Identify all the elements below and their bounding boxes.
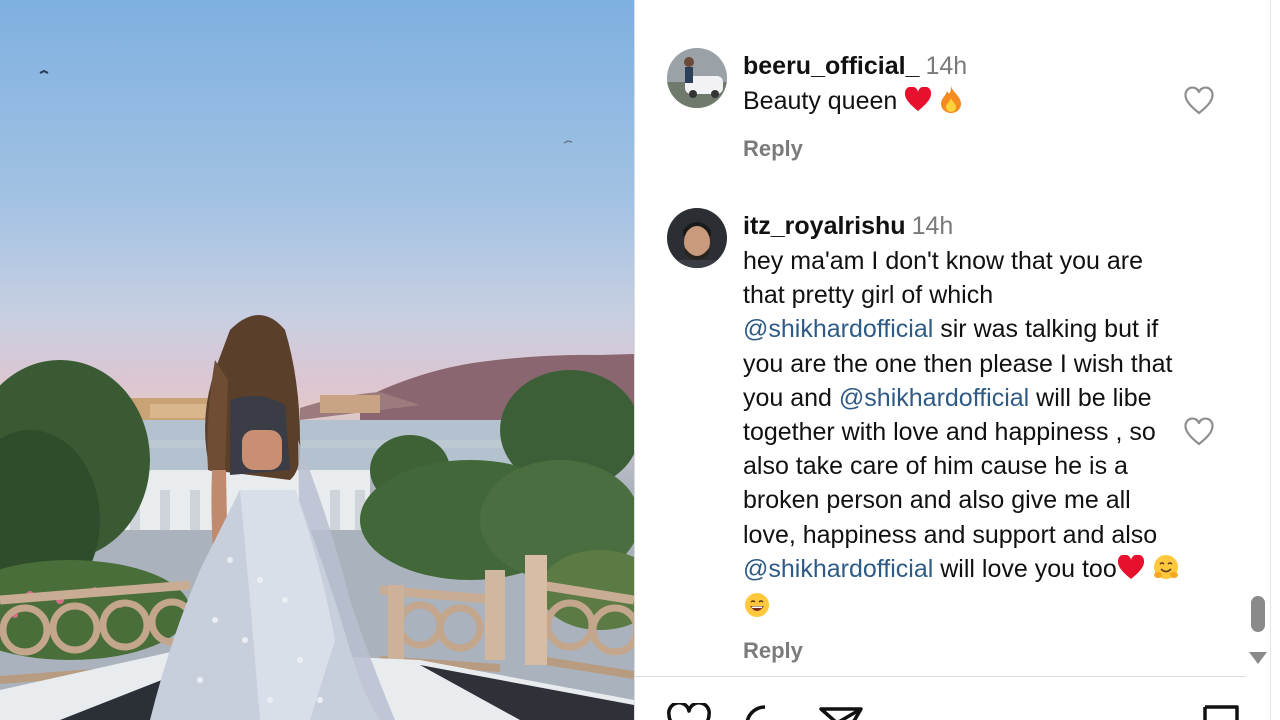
post-photo[interactable]: [0, 0, 634, 720]
save-bookmark-icon[interactable]: [1197, 703, 1245, 720]
comments-scrollbar[interactable]: [1246, 0, 1270, 676]
like-heart-icon[interactable]: [665, 701, 713, 720]
avatar-image: [667, 48, 727, 108]
comment-text: Beauty queen: [743, 84, 1183, 122]
comment-item: itz_royalrishu 14h hey ma'am I don't know…: [635, 208, 1246, 668]
mention-link[interactable]: @shikhardofficial: [839, 384, 1029, 412]
hugging-emoji: [1152, 553, 1180, 590]
reply-button[interactable]: Reply: [743, 638, 803, 664]
window-edge: [1270, 0, 1280, 720]
mention-link[interactable]: @shikhardofficial: [743, 555, 933, 583]
comment-text-body: Beauty queen: [743, 87, 905, 115]
comment-like-heart-icon[interactable]: [1183, 416, 1215, 448]
comment-like-heart-icon[interactable]: [1183, 85, 1215, 117]
post-action-bar: [634, 676, 1246, 720]
scrollbar-thumb[interactable]: [1251, 596, 1265, 632]
scroll-down-arrow-icon[interactable]: [1249, 652, 1267, 664]
comment-item: beeru_official_ 14h Beauty queen Reply: [635, 48, 1246, 178]
share-icon[interactable]: [817, 703, 865, 720]
avatar[interactable]: [667, 208, 727, 268]
fire-emoji: [939, 85, 963, 122]
avatar-image: [667, 208, 727, 268]
comment-header: beeru_official_ 14h: [743, 49, 967, 83]
comment-text: hey ma'am I don't know that you are that…: [743, 244, 1183, 628]
comments-list[interactable]: beeru_official_ 14h Beauty queen Reply it…: [634, 0, 1246, 676]
reply-button[interactable]: Reply: [743, 136, 803, 162]
comment-username[interactable]: beeru_official_: [743, 52, 919, 80]
red-heart-emoji: [904, 86, 932, 122]
mention-link[interactable]: @shikhardofficial: [743, 315, 933, 343]
post-photo-scene: [0, 69, 634, 720]
comment-text-body: will love you too: [933, 554, 1117, 583]
comment-text-body: hey ma'am I don't know that you are that…: [743, 247, 1144, 310]
comment-timestamp[interactable]: 14h: [925, 52, 967, 80]
grinning-emoji: [743, 591, 771, 628]
red-heart-emoji: [1117, 554, 1145, 590]
comment-username[interactable]: itz_royalrishu: [743, 212, 906, 240]
avatar[interactable]: [667, 48, 727, 108]
comment-icon[interactable]: [741, 703, 789, 720]
comment-timestamp[interactable]: 14h: [912, 212, 954, 240]
comment-header: itz_royalrishu 14h: [743, 209, 953, 243]
